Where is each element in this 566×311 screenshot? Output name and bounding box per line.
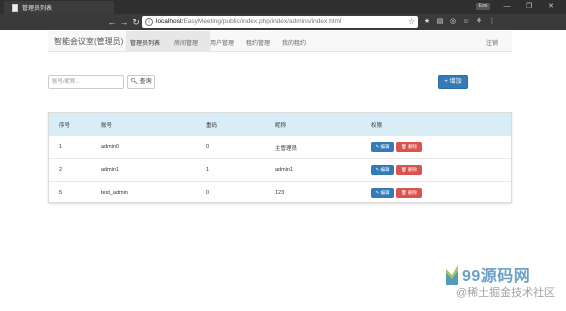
extension-icon[interactable]: ▤ bbox=[435, 17, 445, 27]
maximize-icon[interactable]: ❐ bbox=[518, 1, 540, 13]
browser-tab[interactable]: 管理员列表 bbox=[4, 1, 114, 14]
nav-item-rooms[interactable]: 房间管理 bbox=[174, 38, 198, 47]
pencil-icon: ✎ bbox=[375, 167, 380, 172]
col-header-id: 序号 bbox=[59, 123, 71, 129]
url-text: localhost/EasyMeeting/public/index.php/i… bbox=[156, 18, 342, 25]
page-icon bbox=[12, 4, 18, 12]
edit-button[interactable]: ✎ 编辑 bbox=[371, 165, 394, 175]
cell-account: admin0 bbox=[101, 144, 120, 150]
browser-toolbar: ← → ↻ i localhost/EasyMeeting/public/ind… bbox=[0, 14, 566, 30]
cell-nickname: 主管理员 bbox=[275, 146, 298, 152]
col-header-permission: 权限 bbox=[371, 123, 383, 129]
cell-account: admin1 bbox=[101, 167, 120, 173]
watermark-subtitle: @稀土掘金技术社区 bbox=[456, 287, 556, 299]
watermark-title: 99源码网 bbox=[462, 268, 531, 285]
search-icon: 🔍︎ bbox=[130, 79, 138, 85]
cell-nickname: admin1 bbox=[275, 167, 294, 173]
extension-icon[interactable]: ⚘ bbox=[474, 17, 484, 27]
cell-recode: 1 bbox=[206, 167, 210, 173]
edit-button[interactable]: ✎ 编辑 bbox=[371, 142, 394, 152]
table-row: 5 test_admin 0 123 ✎ 编辑 🗑︎ 删除 bbox=[49, 181, 511, 203]
table-row: 2 admin1 1 admin1 ✎ 编辑 🗑︎ 删除 bbox=[49, 158, 511, 180]
search-input[interactable] bbox=[48, 75, 124, 89]
add-button[interactable]: + 增加 bbox=[438, 75, 468, 89]
bookmark-star-icon[interactable]: ☆ bbox=[408, 16, 415, 28]
pencil-icon: ✎ bbox=[375, 144, 380, 149]
add-button-label: 增加 bbox=[449, 79, 462, 85]
cell-id: 5 bbox=[59, 190, 63, 196]
profile-badge[interactable]: Eoo bbox=[476, 3, 490, 10]
trash-icon: 🗑︎ bbox=[401, 144, 407, 149]
col-header-account: 账号 bbox=[101, 123, 113, 129]
extension-icon[interactable]: ★ bbox=[422, 17, 432, 27]
nav-item-admins[interactable]: 管理员列表 bbox=[130, 38, 160, 47]
app-navbar: 智能会议室(管理员) 管理员列表 房间管理 用户管理 租约管理 我的租约 注销 bbox=[48, 31, 512, 52]
window-titlebar: 管理员列表 Eoo — ❐ ✕ bbox=[0, 0, 566, 14]
nav-item-my-leases[interactable]: 我的租约 bbox=[282, 38, 306, 47]
table-row: 1 admin0 0 主管理员 ✎ 编辑 🗑︎ 删除 bbox=[49, 135, 511, 157]
logout-link[interactable]: 注销 bbox=[486, 38, 498, 47]
plus-icon: + bbox=[444, 79, 448, 85]
col-header-recode: 重码 bbox=[206, 123, 218, 129]
cell-id: 2 bbox=[59, 167, 63, 173]
cell-account: test_admin bbox=[101, 190, 128, 196]
forward-icon[interactable]: → bbox=[118, 16, 130, 28]
extension-icon[interactable]: ☺ bbox=[461, 17, 471, 27]
cell-nickname: 123 bbox=[275, 190, 285, 196]
pencil-icon: ✎ bbox=[375, 190, 380, 195]
reload-icon[interactable]: ↻ bbox=[130, 16, 142, 28]
extension-icon[interactable]: ◎ bbox=[448, 17, 458, 27]
search-button[interactable]: 🔍︎ 查询 bbox=[127, 75, 155, 89]
delete-button[interactable]: 🗑︎ 删除 bbox=[396, 142, 422, 152]
address-bar[interactable]: i localhost/EasyMeeting/public/index.php… bbox=[142, 16, 418, 28]
info-icon[interactable]: i bbox=[145, 18, 153, 26]
col-header-nickname: 昵称 bbox=[275, 123, 287, 129]
nav-item-leases[interactable]: 租约管理 bbox=[246, 38, 270, 47]
close-icon[interactable]: ✕ bbox=[540, 1, 562, 13]
search-button-label: 查询 bbox=[139, 79, 152, 85]
trash-icon: 🗑︎ bbox=[401, 167, 407, 172]
cell-id: 1 bbox=[59, 144, 63, 150]
tab-title: 管理员列表 bbox=[22, 6, 53, 12]
delete-button[interactable]: 🗑︎ 删除 bbox=[396, 188, 422, 198]
minimize-icon[interactable]: — bbox=[496, 1, 518, 13]
back-icon[interactable]: ← bbox=[106, 16, 118, 28]
delete-button[interactable]: 🗑︎ 删除 bbox=[396, 165, 422, 175]
trash-icon: 🗑︎ bbox=[401, 190, 407, 195]
admins-table: 序号 账号 重码 昵称 权限 1 admin0 0 主管理员 ✎ 编辑 🗑︎ 删… bbox=[48, 112, 512, 203]
app-brand[interactable]: 智能会议室(管理员) bbox=[54, 36, 123, 47]
cell-recode: 0 bbox=[206, 144, 210, 150]
menu-icon[interactable]: ⋮ bbox=[487, 17, 497, 27]
nav-item-users[interactable]: 用户管理 bbox=[210, 38, 234, 47]
cell-recode: 0 bbox=[206, 190, 210, 196]
table-header: 序号 账号 重码 昵称 权限 bbox=[49, 113, 511, 135]
edit-button[interactable]: ✎ 编辑 bbox=[371, 188, 394, 198]
